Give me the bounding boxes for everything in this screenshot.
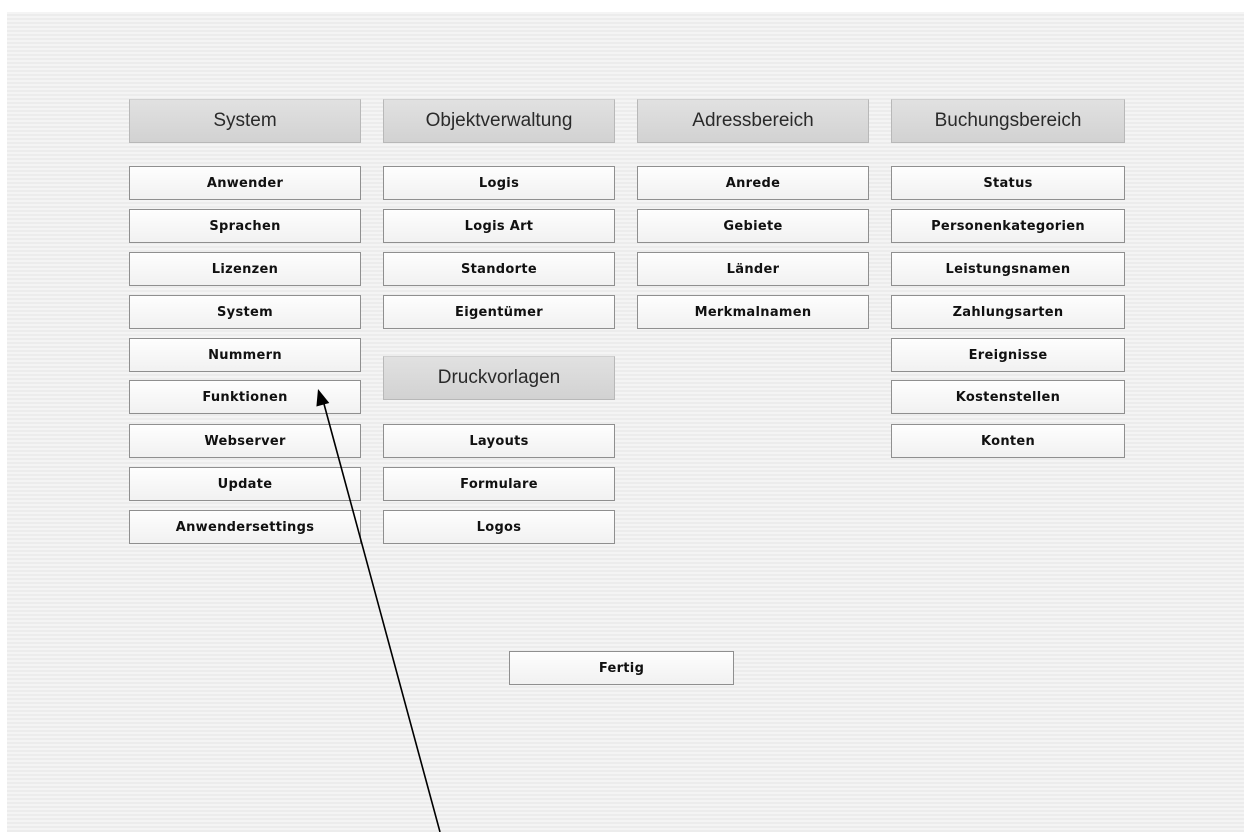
arrow-pointer-icon (316, 389, 441, 832)
